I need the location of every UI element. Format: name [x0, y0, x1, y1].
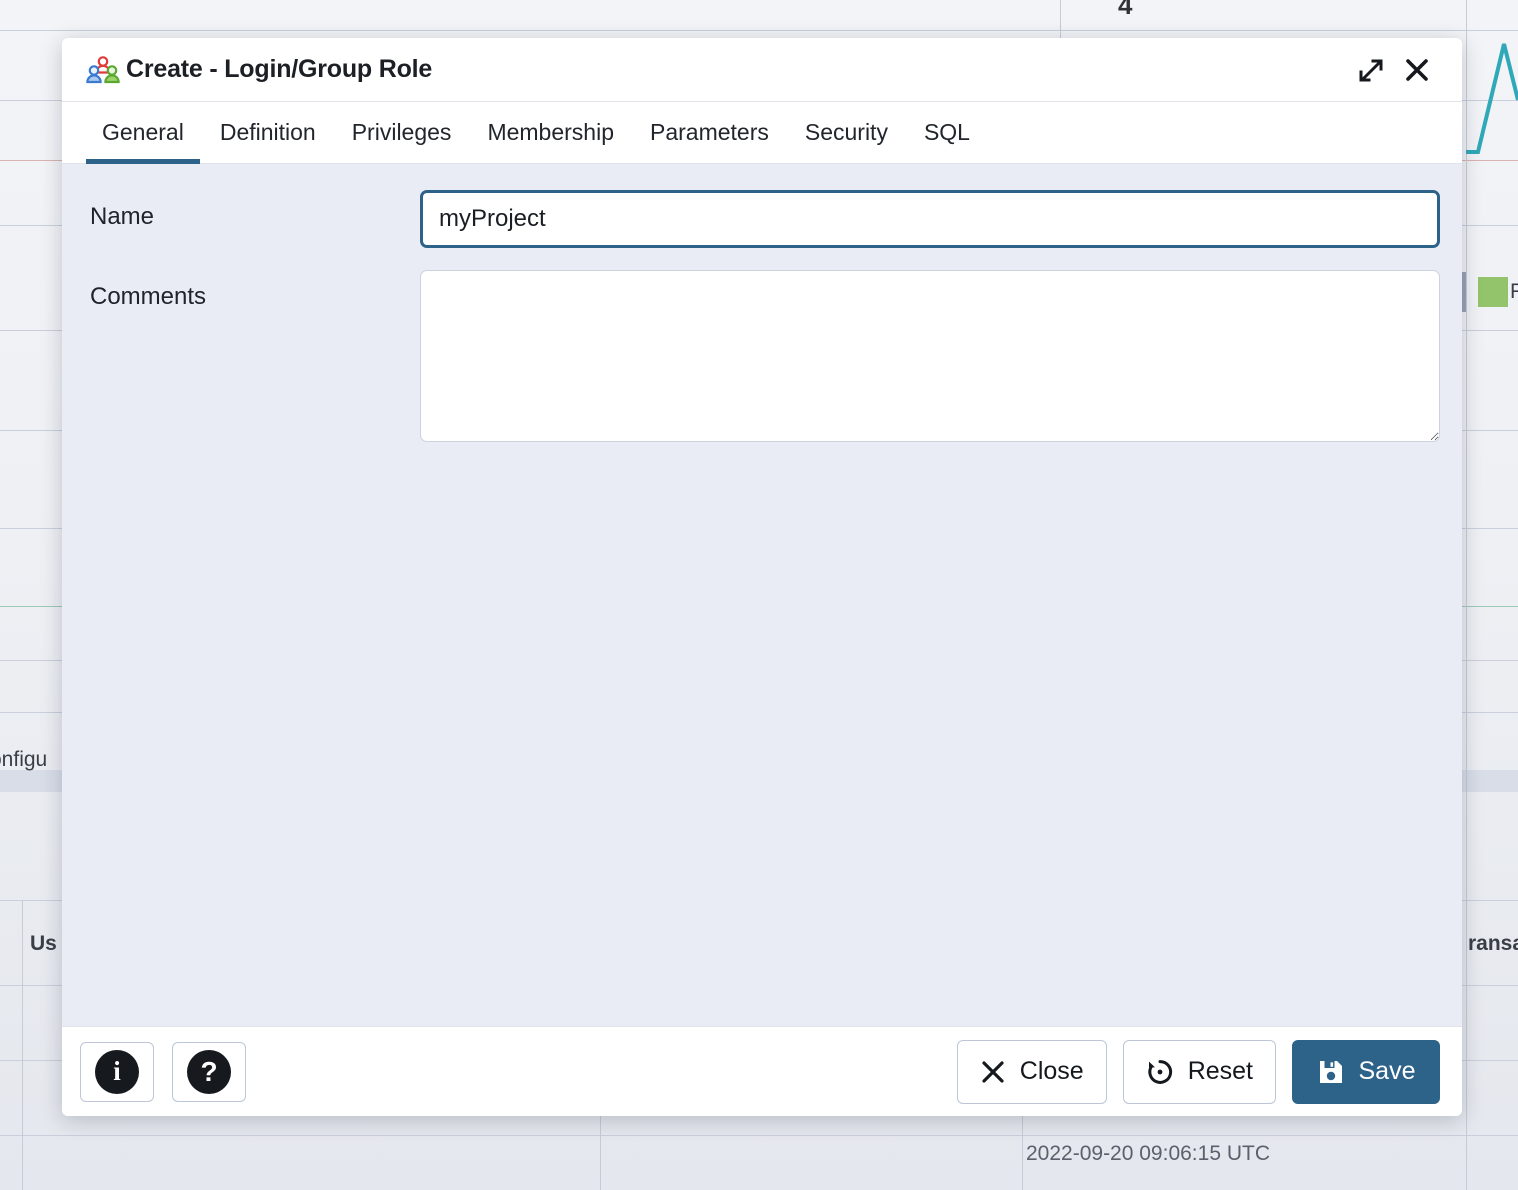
background-value: 4 [1118, 0, 1132, 21]
background-tick [1462, 272, 1466, 312]
name-form-row: Name [90, 190, 1440, 248]
comments-form-row: Comments [90, 270, 1440, 447]
dialog-close-button[interactable] [1394, 47, 1440, 93]
tab-security[interactable]: Security [787, 102, 906, 163]
background-gridline [0, 1135, 1518, 1136]
tab-parameters[interactable]: Parameters [632, 102, 787, 163]
info-icon: i [95, 1050, 139, 1094]
background-gridline [22, 900, 23, 1190]
background-label-configuration: onfigu [0, 748, 47, 772]
close-x-icon [980, 1059, 1006, 1085]
reset-icon [1146, 1058, 1174, 1086]
group-role-icon [86, 55, 120, 85]
maximize-icon [1357, 56, 1385, 84]
dialog-tabbar: General Definition Privileges Membership… [62, 102, 1462, 164]
save-button-label: Save [1359, 1057, 1416, 1086]
dialog-title: Create - Login/Group Role [126, 55, 432, 84]
help-button[interactable]: ? [172, 1042, 246, 1102]
save-icon [1317, 1058, 1345, 1086]
close-button[interactable]: Close [957, 1040, 1107, 1104]
background-gridline [1466, 0, 1467, 1190]
comments-label: Comments [90, 270, 420, 311]
comments-field-wrap [420, 270, 1440, 447]
tab-definition[interactable]: Definition [202, 102, 334, 163]
comments-textarea[interactable] [420, 270, 1440, 442]
tab-general[interactable]: General [84, 102, 202, 163]
help-icon: ? [187, 1050, 231, 1094]
close-icon [1403, 56, 1431, 84]
name-label: Name [90, 190, 420, 231]
background-legend-swatch [1478, 277, 1508, 307]
save-button[interactable]: Save [1292, 1040, 1440, 1104]
maximize-button[interactable] [1348, 47, 1394, 93]
dialog-footer: i ? Close Reset [62, 1026, 1462, 1116]
background-legend-label: R [1510, 280, 1518, 304]
name-input[interactable] [420, 190, 1440, 248]
dialog-titlebar: Create - Login/Group Role [62, 38, 1462, 102]
create-login-group-role-dialog: Create - Login/Group Role General Defini… [62, 38, 1462, 1116]
dialog-body: Name Comments [62, 164, 1462, 1026]
name-field-wrap [420, 190, 1440, 248]
background-timestamp: 2022-09-20 09:06:15 UTC [1026, 1142, 1270, 1166]
tab-sql[interactable]: SQL [906, 102, 988, 163]
reset-button[interactable]: Reset [1123, 1040, 1276, 1104]
background-gridline [1060, 0, 1061, 40]
info-button[interactable]: i [80, 1042, 154, 1102]
close-button-label: Close [1020, 1057, 1084, 1086]
background-column-transactions: ransa [1468, 932, 1518, 956]
reset-button-label: Reset [1188, 1057, 1253, 1086]
tab-membership[interactable]: Membership [469, 102, 632, 163]
background-gridline [0, 30, 1518, 31]
tab-privileges[interactable]: Privileges [334, 102, 470, 163]
background-line-chart [1466, 30, 1518, 160]
background-column-user: Us [30, 932, 57, 956]
